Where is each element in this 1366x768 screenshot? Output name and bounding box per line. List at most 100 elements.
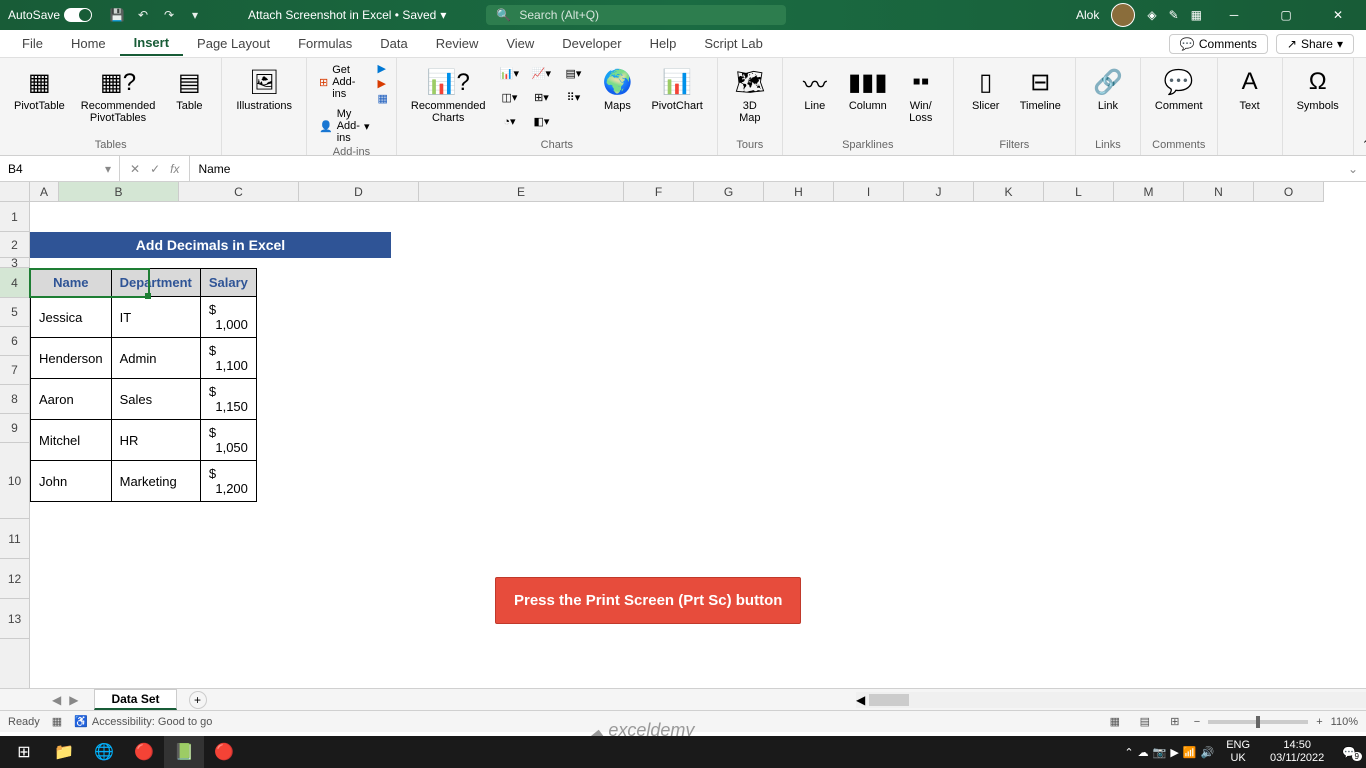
- row-header[interactable]: 10: [0, 443, 29, 519]
- language-indicator[interactable]: ENG UK: [1218, 739, 1258, 765]
- rec-charts-button[interactable]: 📊?Recommended Charts: [405, 62, 492, 128]
- col-header[interactable]: B: [59, 182, 179, 201]
- row-header[interactable]: 12: [0, 559, 29, 599]
- excel-icon[interactable]: 📗: [164, 736, 204, 768]
- add-sheet-button[interactable]: +: [189, 691, 207, 709]
- tab-page-layout[interactable]: Page Layout: [183, 32, 284, 55]
- brush-icon[interactable]: ✎: [1169, 8, 1179, 22]
- combo-chart-icon[interactable]: ◧▾: [527, 110, 555, 132]
- notification-icon[interactable]: 💬9: [1336, 746, 1362, 759]
- col-header[interactable]: K: [974, 182, 1044, 201]
- grid-body[interactable]: Add Decimals in Excel NameDepartmentSala…: [30, 202, 1366, 688]
- tab-data[interactable]: Data: [366, 32, 421, 55]
- 3dmap-button[interactable]: 🗺3D Map: [726, 62, 774, 128]
- col-header[interactable]: E: [419, 182, 624, 201]
- next-sheet-icon[interactable]: ▶: [69, 693, 78, 707]
- line-chart-icon[interactable]: 📈▾: [527, 62, 555, 84]
- row-header[interactable]: 11: [0, 519, 29, 559]
- start-button[interactable]: ⊞: [4, 736, 44, 768]
- collapse-ribbon-button[interactable]: ⌃: [1354, 134, 1366, 155]
- page-break-button[interactable]: ⊞: [1164, 713, 1186, 731]
- spark-column-button[interactable]: ▮▮▮Column: [843, 62, 893, 116]
- tab-insert[interactable]: Insert: [120, 31, 183, 56]
- link-button[interactable]: 🔗Link: [1084, 62, 1132, 116]
- row-header[interactable]: 13: [0, 599, 29, 639]
- row-header[interactable]: 5: [0, 298, 29, 327]
- row-header[interactable]: 2: [0, 232, 29, 258]
- row-header[interactable]: 7: [0, 356, 29, 385]
- maximize-button[interactable]: ▢: [1266, 0, 1306, 30]
- my-addins-button[interactable]: 👤My Add-ins▾: [315, 106, 373, 146]
- row-header[interactable]: 1: [0, 202, 29, 232]
- spark-line-button[interactable]: 〰Line: [791, 62, 839, 116]
- explorer-icon[interactable]: 📁: [44, 736, 84, 768]
- tab-script-lab[interactable]: Script Lab: [690, 32, 777, 55]
- zoom-in-button[interactable]: +: [1316, 716, 1322, 728]
- fx-icon[interactable]: fx: [170, 162, 179, 176]
- meet-icon[interactable]: ▶: [1170, 746, 1178, 759]
- camera-icon[interactable]: 📷: [1153, 746, 1167, 759]
- rec-pivot-button[interactable]: ▦?Recommended PivotTables: [75, 62, 162, 128]
- undo-icon[interactable]: ↶: [133, 5, 153, 25]
- spark-winloss-button[interactable]: ▪▪Win/ Loss: [897, 62, 945, 128]
- col-header[interactable]: M: [1114, 182, 1184, 201]
- pivottable-button[interactable]: ▦PivotTable: [8, 62, 71, 116]
- col-header[interactable]: N: [1184, 182, 1254, 201]
- user-avatar[interactable]: [1111, 3, 1135, 27]
- people-icon[interactable]: ▶: [377, 77, 387, 90]
- visio-icon[interactable]: ▦: [377, 92, 387, 105]
- get-addins-button[interactable]: ⊞Get Add-ins: [315, 62, 373, 102]
- opera-icon[interactable]: 🔴: [204, 736, 244, 768]
- row-header[interactable]: 8: [0, 385, 29, 414]
- autosave-toggle[interactable]: AutoSave: [8, 8, 92, 22]
- col-header[interactable]: D: [299, 182, 419, 201]
- table-button[interactable]: ▤Table: [165, 62, 213, 116]
- ribbon-mode-icon[interactable]: ▦: [1191, 8, 1202, 22]
- normal-view-button[interactable]: ▦: [1104, 713, 1126, 731]
- comment-button[interactable]: 💬Comment: [1149, 62, 1209, 116]
- maps-button[interactable]: 🌍Maps: [593, 62, 641, 116]
- qat-dropdown-icon[interactable]: ▾: [185, 5, 205, 25]
- tab-developer[interactable]: Developer: [548, 32, 635, 55]
- row-header[interactable]: 6: [0, 327, 29, 356]
- tab-formulas[interactable]: Formulas: [284, 32, 366, 55]
- col-header[interactable]: F: [624, 182, 694, 201]
- redo-icon[interactable]: ↷: [159, 5, 179, 25]
- bing-icon[interactable]: ▶: [377, 62, 387, 75]
- search-input[interactable]: 🔍 Search (Alt+Q): [486, 5, 786, 25]
- page-layout-button[interactable]: ▤: [1134, 713, 1156, 731]
- onedrive-icon[interactable]: ☁: [1138, 746, 1149, 759]
- row-header[interactable]: 3: [0, 258, 29, 268]
- slicer-button[interactable]: ▯Slicer: [962, 62, 1010, 116]
- save-icon[interactable]: 💾: [107, 5, 127, 25]
- zoom-out-button[interactable]: −: [1194, 716, 1200, 728]
- title-dropdown-icon[interactable]: ▾: [440, 8, 446, 22]
- toggle-switch[interactable]: [64, 8, 92, 22]
- zoom-slider[interactable]: [1208, 720, 1308, 724]
- app-icon[interactable]: 🔴: [124, 736, 164, 768]
- wifi-icon[interactable]: 📶: [1183, 746, 1197, 759]
- symbols-button[interactable]: ΩSymbols: [1291, 62, 1345, 116]
- scatter-chart-icon[interactable]: ⠿▾: [559, 86, 587, 108]
- chrome-icon[interactable]: 🌐: [84, 736, 124, 768]
- close-button[interactable]: ✕: [1318, 0, 1358, 30]
- formula-input[interactable]: Name: [190, 162, 1339, 176]
- column-chart-icon[interactable]: 📊▾: [495, 62, 523, 84]
- col-header[interactable]: L: [1044, 182, 1114, 201]
- col-header[interactable]: G: [694, 182, 764, 201]
- sheet-tab-active[interactable]: Data Set: [94, 689, 176, 710]
- col-header[interactable]: A: [30, 182, 59, 201]
- hierarchy-chart-icon[interactable]: ◫▾: [495, 86, 523, 108]
- share-button[interactable]: ↗Share▾: [1276, 34, 1354, 54]
- tab-help[interactable]: Help: [636, 32, 691, 55]
- col-header[interactable]: C: [179, 182, 299, 201]
- expand-formula-icon[interactable]: ⌄: [1340, 162, 1366, 176]
- clock[interactable]: 14:50 03/11/2022: [1262, 739, 1332, 765]
- col-header[interactable]: J: [904, 182, 974, 201]
- tab-file[interactable]: File: [8, 32, 57, 55]
- scroll-left-icon[interactable]: ◀: [856, 693, 865, 707]
- row-header[interactable]: 9: [0, 414, 29, 443]
- select-all-corner[interactable]: [0, 182, 30, 202]
- volume-icon[interactable]: 🔊: [1201, 746, 1215, 759]
- tab-home[interactable]: Home: [57, 32, 120, 55]
